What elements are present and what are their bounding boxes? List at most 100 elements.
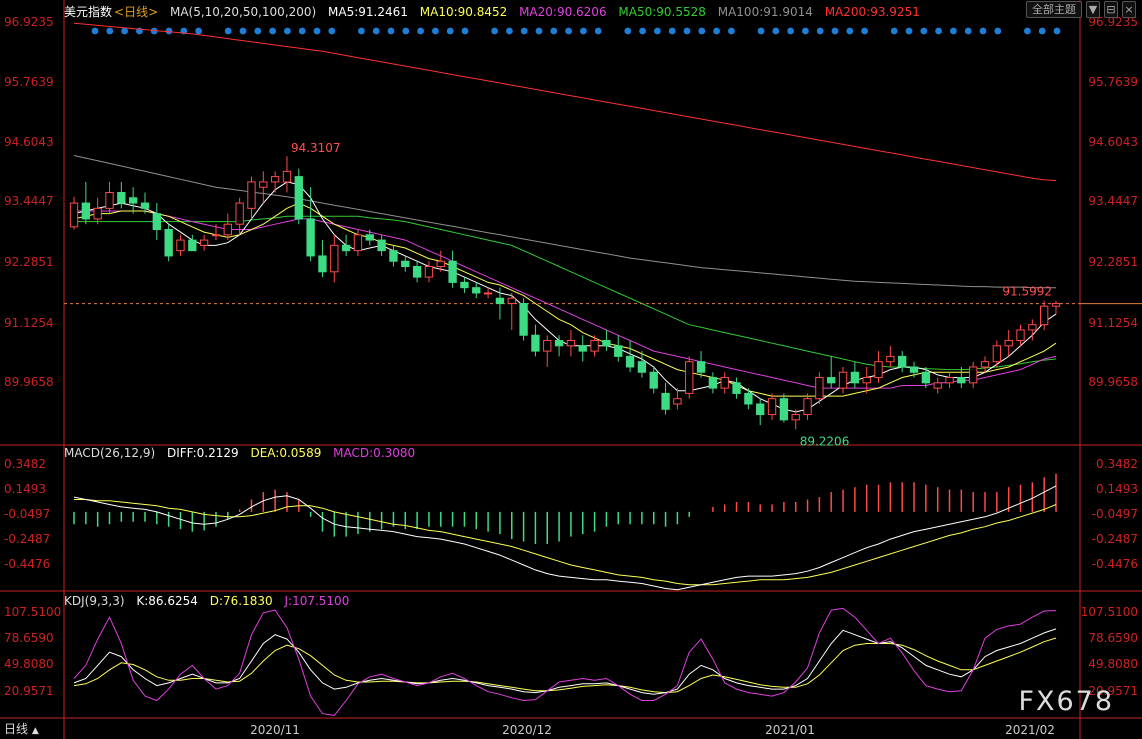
kdj-d-line <box>73 637 1057 694</box>
event-dot <box>239 27 247 35</box>
candle-body <box>827 377 836 384</box>
candle-body <box>531 334 540 352</box>
candle-body <box>685 361 694 394</box>
ma20-line <box>74 210 1057 389</box>
event-dot <box>328 27 336 35</box>
candle-body <box>921 371 931 384</box>
event-dot <box>950 27 957 35</box>
candle-body <box>353 234 363 252</box>
price-tick-right: 94.6043 <box>1088 135 1138 149</box>
candle-body <box>495 297 505 305</box>
ma5-line <box>73 181 1057 413</box>
x-tick-label: 2021/02 <box>1005 723 1055 737</box>
price-tick-left: 94.6043 <box>4 135 54 149</box>
event-dot <box>402 27 410 35</box>
candle-body <box>81 202 90 220</box>
candle-body <box>294 176 303 220</box>
candle-body <box>566 340 576 347</box>
candle-body <box>365 234 374 241</box>
price-header: 美元指数 <日线> MA(5,10,20,50,100,200) MA5:91.2… <box>64 3 928 20</box>
event-dot <box>816 27 824 35</box>
price-tick-left: 95.7639 <box>4 75 54 89</box>
kdj-k-value: K:86.6254 <box>136 594 198 608</box>
candle-body <box>424 266 434 278</box>
price-tick-right: 89.9658 <box>1088 375 1138 389</box>
price-tick-right: 91.1254 <box>1088 316 1138 330</box>
candle-body <box>543 340 552 352</box>
event-dot <box>594 27 602 35</box>
candle-body <box>117 191 126 204</box>
macd-tick-left: -0.4476 <box>4 557 50 571</box>
candle-body <box>472 287 481 294</box>
event-dot <box>121 27 128 35</box>
symbol-title: 美元指数 <box>64 5 113 19</box>
candle-body <box>483 292 493 295</box>
minimize-icon[interactable]: ⊟ <box>1104 1 1118 18</box>
candle-body <box>779 398 789 421</box>
event-dot <box>831 27 839 35</box>
kdj-j-value: J:107.5100 <box>284 594 350 608</box>
event-dot <box>550 27 558 35</box>
event-dot <box>846 27 854 35</box>
event-dot <box>994 27 1002 35</box>
kdj-tick-left: 107.5100 <box>4 605 61 619</box>
kdj-tick-right: 78.6590 <box>1088 631 1138 645</box>
macd-macd-value: MACD:0.3080 <box>333 446 416 460</box>
candle-body <box>223 223 232 236</box>
ma-title: MA(5,10,20,50,100,200) <box>169 5 317 19</box>
event-dot <box>654 27 661 35</box>
tab-daily[interactable]: 日线 ▲ <box>4 720 39 737</box>
candle-body <box>661 392 670 410</box>
candle-body <box>909 366 919 373</box>
theme-select-button[interactable]: 全部主题 <box>1026 1 1082 18</box>
macd-title: MACD(26,12,9) <box>64 446 156 460</box>
event-dot <box>432 27 439 35</box>
candle-body <box>282 170 292 183</box>
stock-chart: 96.9235 96.923595.7639 95.763994.6043 94.60… <box>0 0 1142 739</box>
event-dot <box>165 27 173 35</box>
candle-body <box>460 281 469 289</box>
price-tick-right: 92.2851 <box>1088 255 1138 269</box>
event-dot <box>446 27 454 35</box>
candle-body <box>519 303 528 336</box>
event-dot <box>802 27 809 35</box>
candle-body <box>862 377 871 384</box>
event-dot <box>417 27 424 35</box>
candle-body <box>815 377 824 400</box>
candle-body <box>898 355 907 368</box>
event-dot <box>565 27 572 35</box>
candle-body <box>507 297 516 305</box>
event-dot <box>580 27 587 35</box>
ma200-value: MA200:93.9251 <box>824 5 920 19</box>
price-tick-right: 93.4447 <box>1088 194 1138 208</box>
candle-body <box>969 366 978 384</box>
candle-body <box>436 260 445 268</box>
kdj-tick-left: 20.9571 <box>4 684 54 698</box>
low-label: 89.2206 <box>800 434 850 448</box>
price-tick-left: 93.4447 <box>4 194 54 208</box>
event-dot <box>298 27 306 35</box>
dropdown-icon[interactable]: ▼ <box>1086 1 1100 18</box>
event-dot <box>698 27 706 35</box>
candle-body <box>330 244 339 273</box>
price-tick-right: 95.7639 <box>1088 75 1138 89</box>
close-icon[interactable]: × <box>1122 1 1136 18</box>
candle-body <box>933 382 942 389</box>
event-dot <box>1053 27 1061 35</box>
event-dot <box>269 27 276 35</box>
ma20-value: MA20:90.6206 <box>519 5 607 19</box>
event-dot <box>106 27 114 35</box>
period-label[interactable]: <日线> <box>114 5 158 19</box>
price-tick-left: 92.2851 <box>4 255 54 269</box>
event-dot <box>387 27 395 35</box>
event-dot <box>491 27 498 35</box>
candle-body <box>1040 305 1049 326</box>
kdj-tick-right: 107.5100 <box>1081 605 1138 619</box>
candle-body <box>992 345 1002 363</box>
candle-body <box>637 361 647 373</box>
macd-tick-left: 0.1493 <box>4 482 46 496</box>
tab-daily-label: 日线 <box>4 722 29 736</box>
candle-body <box>164 229 173 257</box>
candle-body <box>756 403 765 416</box>
macd-diff-value: DIFF:0.2129 <box>166 446 239 460</box>
